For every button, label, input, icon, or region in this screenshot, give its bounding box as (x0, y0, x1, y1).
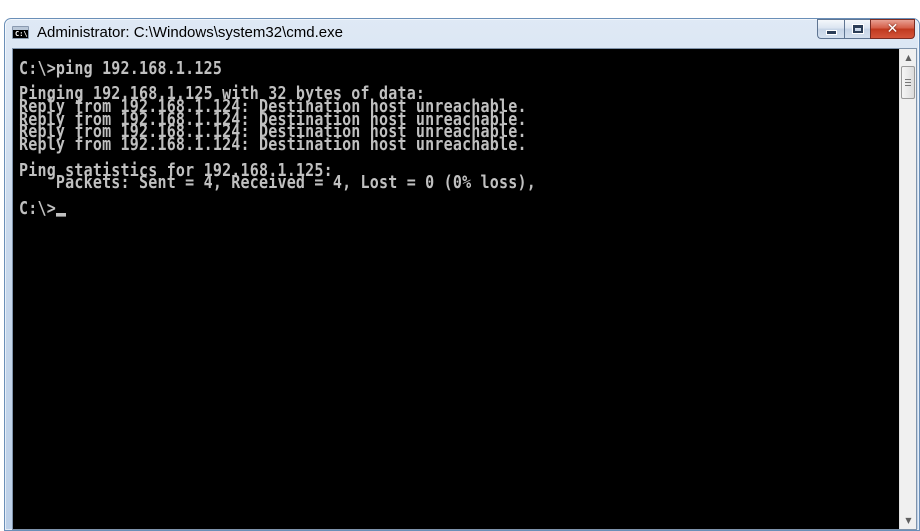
text-cursor (55, 212, 66, 217)
maximize-button[interactable] (844, 19, 870, 39)
console-line: Reply from 192.168.1.124: Destination ho… (19, 133, 527, 156)
scroll-up-button[interactable]: ▲ (900, 49, 917, 66)
console-line: Packets: Sent = 4, Received = 4, Lost = … (19, 171, 536, 194)
close-button[interactable]: ✕ (870, 19, 915, 39)
scroll-down-icon: ▼ (905, 516, 912, 525)
minimize-button[interactable] (817, 19, 844, 39)
maximize-icon (852, 25, 863, 33)
title-bar[interactable]: C:\ Administrator: C:\Windows\system32\c… (5, 19, 919, 49)
cmd-icon-label: C:\ (15, 30, 28, 38)
console-prompt-line[interactable]: C:\> (19, 199, 899, 217)
console-frame: C:\>ping 192.168.1.125 Pinging 192.168.1.… (12, 48, 917, 530)
window-controls: ✕ (817, 19, 915, 39)
vertical-scrollbar[interactable]: ▲ ▼ (899, 49, 916, 529)
minimize-icon (826, 31, 836, 34)
close-icon: ✕ (886, 21, 899, 37)
cmd-window: C:\ Administrator: C:\Windows\system32\c… (4, 18, 920, 531)
scroll-thumb[interactable] (901, 66, 915, 99)
grip-icon (905, 79, 911, 86)
window-title: Administrator: C:\Windows\system32\cmd.e… (37, 24, 343, 41)
console-line: C:\>ping 192.168.1.125 (19, 57, 223, 79)
cmd-icon[interactable]: C:\ (12, 26, 29, 39)
scroll-down-button[interactable]: ▼ (900, 512, 917, 529)
scroll-up-icon: ▲ (905, 53, 912, 62)
console-output[interactable]: C:\>ping 192.168.1.125 Pinging 192.168.1.… (13, 49, 899, 529)
console-prompt: C:\> (19, 196, 56, 219)
